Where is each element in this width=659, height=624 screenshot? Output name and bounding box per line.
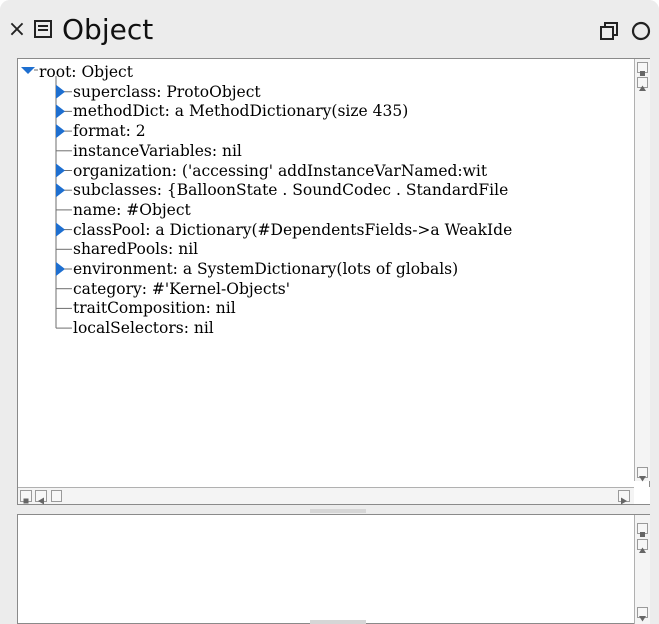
- tree-horizontal-scrollbar[interactable]: [18, 487, 634, 505]
- expand-window-icon[interactable]: [630, 20, 652, 42]
- window-menu-icon[interactable]: [34, 20, 52, 38]
- tree-row[interactable]: traitComposition: nil: [73, 298, 236, 318]
- tree-row[interactable]: category: #'Kernel-Objects': [73, 279, 290, 299]
- tree-row[interactable]: organization: ('accessing' addInstanceVa…: [73, 161, 487, 181]
- tree-row[interactable]: methodDict: a MethodDictionary(size 435): [73, 101, 408, 121]
- code-scrollbar-menu-icon[interactable]: [637, 523, 648, 537]
- tree-row[interactable]: sharedPools: nil: [73, 239, 198, 259]
- scroll-up-icon[interactable]: [637, 77, 648, 91]
- tree-row[interactable]: name: #Object: [73, 200, 191, 220]
- scrollbar-menu-icon[interactable]: [637, 62, 648, 76]
- collapsed-triangle-icon[interactable]: [56, 124, 65, 139]
- close-icon[interactable]: ×: [6, 18, 28, 42]
- inspector-window: × Object root: Object superclass: ProtoOb…: [0, 0, 659, 624]
- object-tree[interactable]: root: Object superclass: ProtoObject metho…: [18, 59, 634, 481]
- collapsed-triangle-icon[interactable]: [56, 104, 65, 119]
- collapsed-triangle-icon[interactable]: [56, 84, 65, 99]
- tree-row[interactable]: subclasses: {BalloonState . SoundCodec .…: [73, 180, 508, 200]
- tree-row[interactable]: superclass: ProtoObject: [73, 82, 261, 102]
- hscroll-thumb[interactable]: [51, 490, 62, 502]
- tree-row[interactable]: format: 2: [73, 121, 146, 141]
- tree-row[interactable]: localSelectors: nil: [73, 318, 214, 338]
- code-scroll-down-icon[interactable]: [637, 607, 648, 622]
- inspector-tree-pane: root: Object superclass: ProtoObject metho…: [17, 58, 650, 505]
- scroll-left-icon[interactable]: [35, 490, 47, 505]
- collapse-window-icon[interactable]: [600, 22, 618, 40]
- pane-splitter-handle[interactable]: [310, 509, 366, 513]
- inspector-code-pane[interactable]: [17, 514, 650, 624]
- collapsed-triangle-icon[interactable]: [56, 222, 65, 237]
- collapsed-triangle-icon[interactable]: [56, 163, 65, 178]
- scroll-right-icon[interactable]: [618, 490, 630, 505]
- expanded-triangle-icon[interactable]: [21, 67, 35, 74]
- window-title: Object: [62, 13, 154, 46]
- tree-vertical-scrollbar[interactable]: [634, 59, 650, 482]
- code-pane-vertical-scrollbar[interactable]: [634, 515, 650, 624]
- scroll-down-icon[interactable]: [637, 467, 648, 482]
- tree-root-row[interactable]: root: Object: [39, 62, 133, 82]
- hscrollbar-menu-icon[interactable]: [20, 490, 32, 504]
- code-scroll-up-icon[interactable]: [637, 539, 648, 553]
- tree-row[interactable]: environment: a SystemDictionary(lots of …: [73, 259, 458, 279]
- title-bar[interactable]: × Object: [0, 0, 659, 58]
- tree-row[interactable]: classPool: a Dictionary(#DependentsField…: [73, 220, 512, 240]
- window-resize-handle[interactable]: [310, 620, 366, 624]
- collapsed-triangle-icon[interactable]: [56, 262, 65, 276]
- collapsed-triangle-icon[interactable]: [56, 183, 65, 198]
- scrollbar-corner: [634, 487, 650, 504]
- tree-row[interactable]: instanceVariables: nil: [73, 141, 242, 161]
